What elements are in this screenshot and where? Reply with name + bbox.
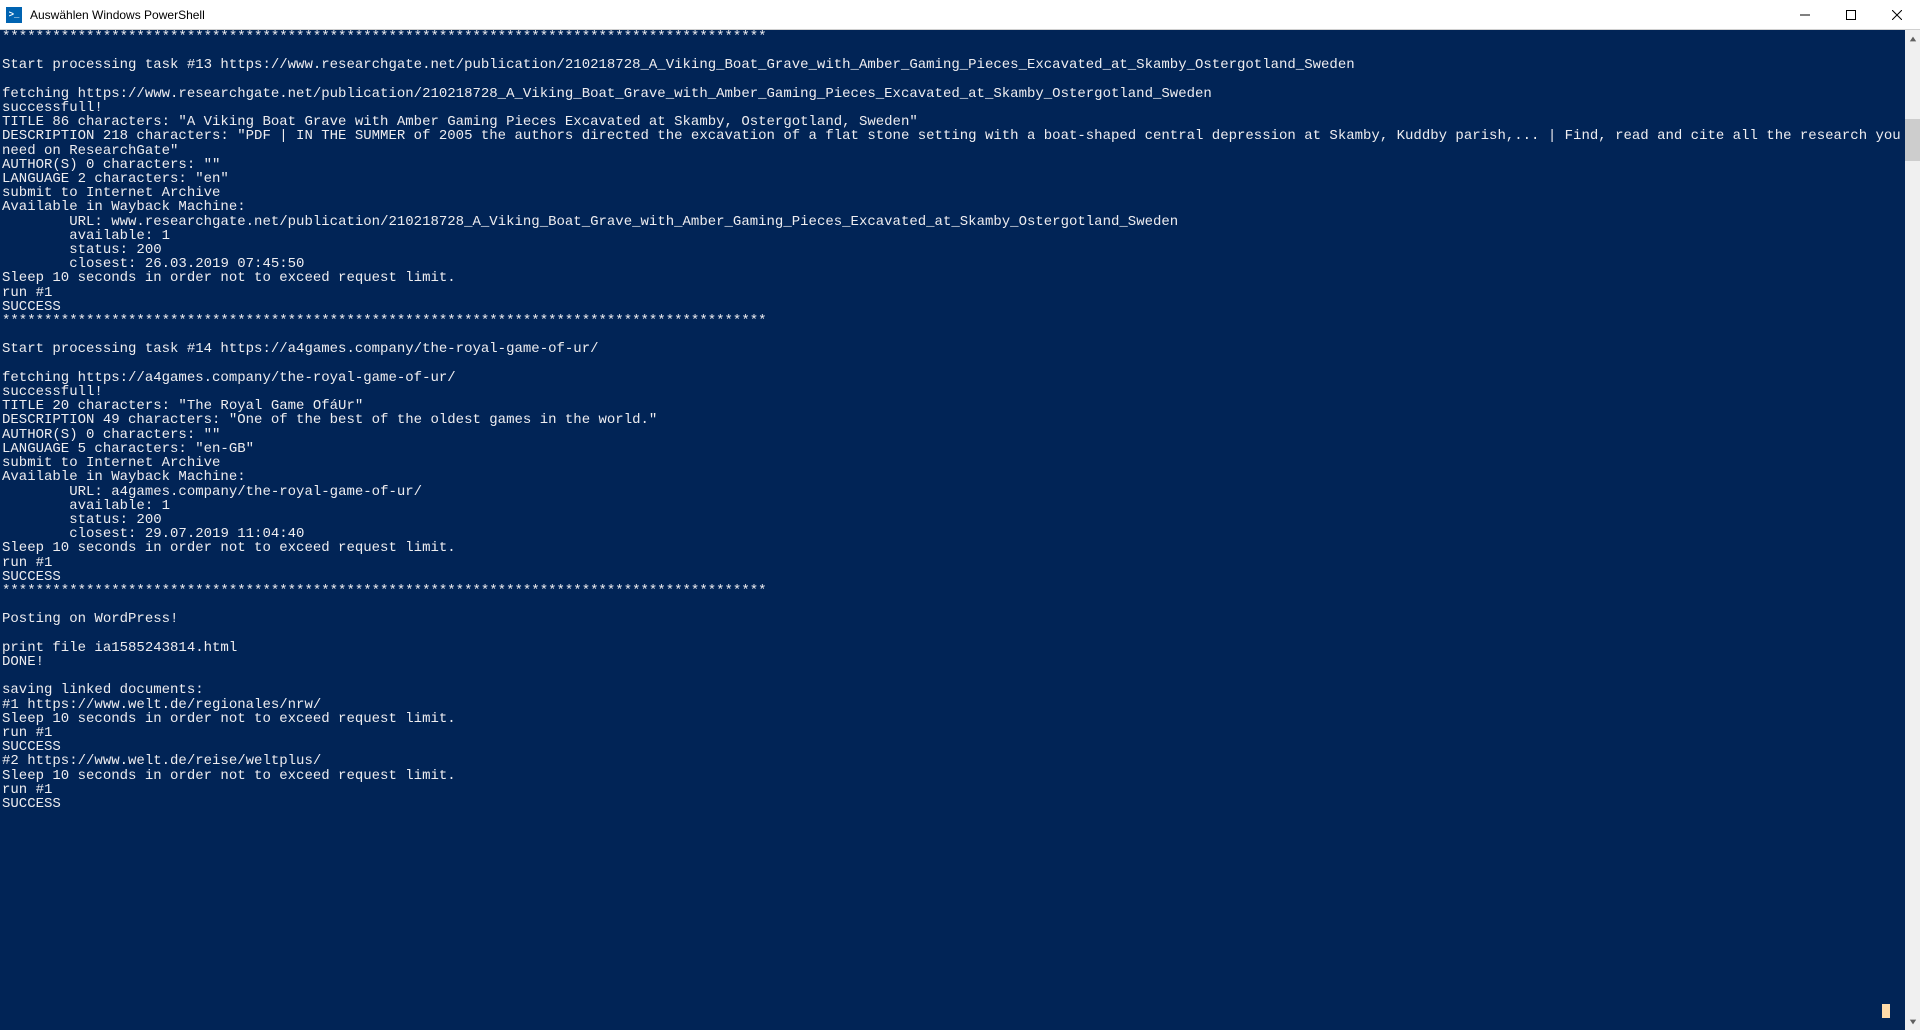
powershell-icon: >_ — [6, 7, 22, 23]
console-output[interactable]: ****************************************… — [0, 30, 1905, 1030]
close-button[interactable] — [1874, 0, 1920, 30]
title-bar[interactable]: >_ Auswählen Windows PowerShell — [0, 0, 1920, 30]
powershell-window: >_ Auswählen Windows PowerShell ********… — [0, 0, 1920, 1030]
scrollbar-thumb[interactable] — [1905, 119, 1920, 161]
vertical-scrollbar[interactable] — [1905, 30, 1920, 1030]
window-title: Auswählen Windows PowerShell — [30, 8, 205, 22]
scrollbar-track[interactable] — [1905, 47, 1920, 1013]
console-area: ****************************************… — [0, 30, 1920, 1030]
minimize-button[interactable] — [1782, 0, 1828, 30]
maximize-button[interactable] — [1828, 0, 1874, 30]
scroll-up-button[interactable] — [1905, 30, 1920, 47]
text-cursor — [1882, 1004, 1890, 1018]
